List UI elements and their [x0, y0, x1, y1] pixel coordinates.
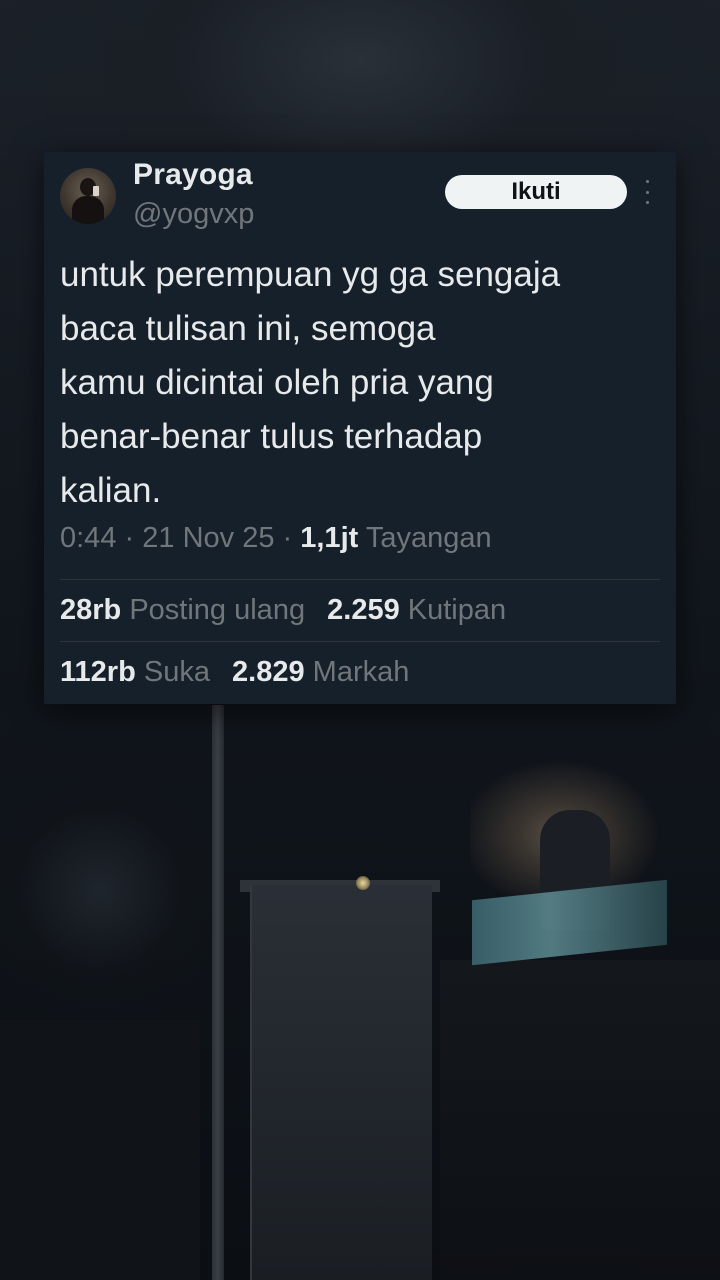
- tweet-date[interactable]: 21 Nov 25: [142, 522, 274, 554]
- bookmarks-label: Markah: [312, 656, 410, 688]
- more-dot: [645, 180, 649, 183]
- bookmarks-stat[interactable]: 2.829 Markah: [232, 656, 409, 689]
- background-left-building: [0, 1020, 200, 1280]
- reposts-count: 28rb: [60, 594, 122, 626]
- display-name[interactable]: Prayoga: [133, 158, 253, 192]
- avatar-phone: [93, 186, 99, 196]
- likes-stat[interactable]: 112rb Suka: [60, 656, 210, 689]
- likes-count: 112rb: [60, 656, 136, 688]
- meta-separator: ·: [282, 522, 293, 554]
- tweet-card[interactable]: Prayoga @yogvxp Ikuti untuk perempuan yg…: [44, 152, 676, 704]
- follow-button[interactable]: Ikuti: [445, 175, 627, 209]
- avatar-body: [72, 196, 104, 224]
- views-label: Tayangan: [365, 522, 492, 554]
- more-dot: [645, 190, 649, 194]
- background-tree: [0, 740, 240, 1040]
- bookmarks-count: 2.829: [232, 656, 305, 688]
- more-dot: [645, 201, 649, 204]
- more-vertical-icon[interactable]: [640, 180, 654, 204]
- background-right-building: [440, 960, 720, 1280]
- tweet-text: untuk perempuan yg ga sengaja baca tulis…: [60, 255, 561, 510]
- username[interactable]: @yogvxp: [133, 198, 254, 231]
- reposts-label: Posting ulang: [129, 594, 306, 626]
- divider: [60, 579, 660, 580]
- tweet-time[interactable]: 0:44: [60, 522, 116, 554]
- background-wall: [250, 885, 432, 1280]
- stats-row-likes: 112rb Suka 2.829 Markah: [60, 656, 423, 689]
- quotes-label: Kutipan: [407, 594, 507, 626]
- reposts-stat[interactable]: 28rb Posting ulang: [60, 594, 305, 627]
- views-count: 1,1jt: [300, 522, 359, 554]
- stats-row-reposts: 28rb Posting ulang 2.259 Kutipan: [60, 594, 520, 627]
- quotes-stat[interactable]: 2.259 Kutipan: [327, 594, 506, 627]
- likes-label: Suka: [143, 656, 210, 688]
- avatar[interactable]: [60, 168, 116, 224]
- tweet-meta: 0:44 · 21 Nov 25 · 1,1jt Tayangan: [60, 522, 492, 555]
- divider: [60, 641, 660, 642]
- background-lamp: [356, 876, 370, 890]
- quotes-count: 2.259: [327, 594, 400, 626]
- background-pole: [212, 705, 224, 1280]
- meta-separator: ·: [124, 522, 135, 554]
